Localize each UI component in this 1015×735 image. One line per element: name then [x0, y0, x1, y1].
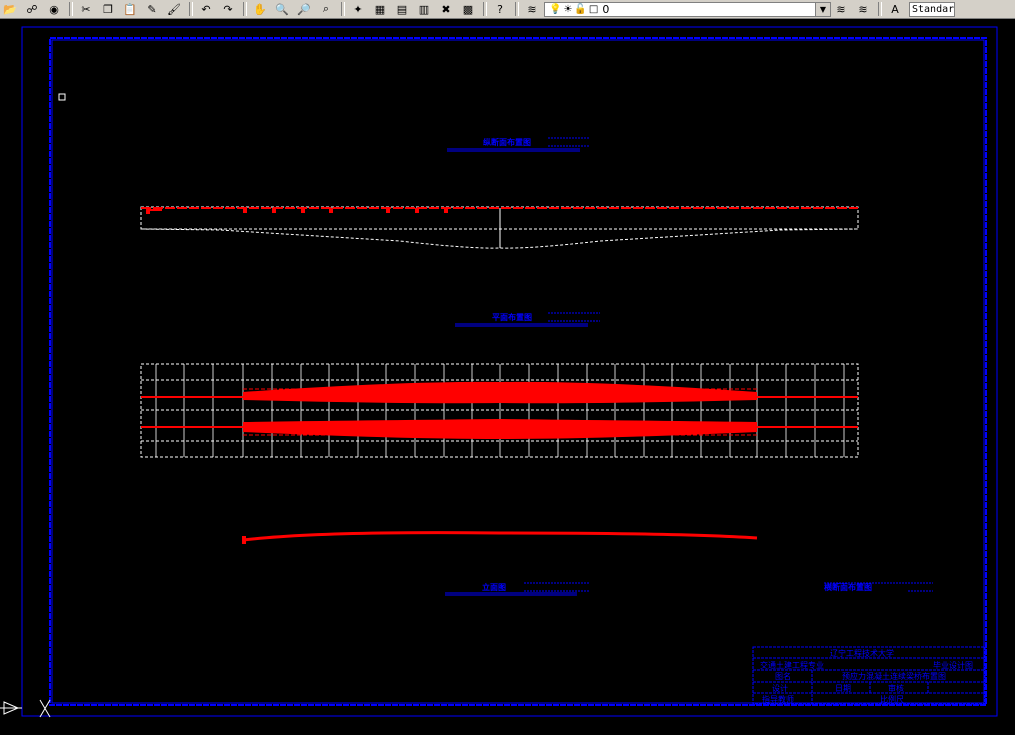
layer-name: 0	[602, 2, 610, 16]
title-block-label-advisor: 指导教师	[762, 694, 794, 704]
title-block-label-drawing: 图名	[775, 671, 791, 681]
toolbar-separator	[878, 2, 882, 16]
lightbulb-icon[interactable]: 💡	[549, 4, 561, 15]
zoom-realtime-icon[interactable]: 🔍	[272, 1, 292, 17]
drawing-canvas[interactable]: 纵断面布置图 平面布置图 立面图 横断面布置图 辽宁工程技术大学 交通土建工程专…	[0, 19, 1015, 731]
tool-palette-icon[interactable]: ▤	[392, 1, 412, 17]
section-title-3: 立面图	[445, 582, 590, 596]
toolbar-separator	[515, 2, 519, 16]
color-swatch-icon[interactable]: □	[589, 4, 598, 15]
title-block-label-designer: 设计	[772, 683, 788, 693]
undo-icon[interactable]: ↶	[196, 1, 216, 17]
redo-icon[interactable]: ↷	[218, 1, 238, 17]
markup-icon[interactable]: ✖	[436, 1, 456, 17]
outer-frame	[21, 26, 998, 717]
calculator-icon[interactable]: ▩	[458, 1, 478, 17]
title-block-school: 辽宁工程技术大学	[830, 648, 894, 658]
bridge-profile-curve[interactable]	[242, 531, 758, 544]
title-block-drawing-name: 预应力混凝土连续梁桥布置图	[842, 671, 946, 681]
section-title-1-text: 纵断面布置图	[483, 137, 531, 147]
sheet-set-icon[interactable]: ▥	[414, 1, 434, 17]
globe-icon[interactable]: ◉	[44, 1, 64, 17]
lock-icon[interactable]: 🔓	[574, 4, 586, 15]
paste-icon[interactable]: 📋	[120, 1, 140, 17]
layers-icon[interactable]: ≋	[522, 1, 542, 17]
design-center-icon[interactable]: ▦	[370, 1, 390, 17]
match-properties-icon[interactable]: 🖌	[164, 1, 184, 17]
title-block-advisor-value: 比例尺	[880, 694, 904, 704]
layer-dropdown[interactable]: 💡 ☀ 🔓 □ 0 ▼	[544, 1, 831, 17]
text-style-dropdown[interactable]: Standar	[909, 1, 955, 17]
bridge-elevation[interactable]	[140, 206, 859, 249]
copy-icon[interactable]: ❐	[98, 1, 118, 17]
drawing-svg: 纵断面布置图 平面布置图 立面图 横断面布置图 辽宁工程技术大学 交通土建工程专…	[0, 26, 998, 718]
bridge-plan[interactable]	[140, 363, 859, 458]
title-block-design-type: 毕业设计图	[933, 660, 973, 670]
pan-icon[interactable]: ✋	[250, 1, 270, 17]
open-icon[interactable]: 📂	[0, 1, 20, 17]
title-block-label-date: 日期	[835, 684, 851, 693]
standard-toolbar: 📂 ☍ ◉ ✂ ❐ 📋 ✎ 🖌 ↶ ↷ ✋ 🔍 🔎 ⌕ ✦ ▦ ▤ ▥ ✖ ▩? ≋ 💡 ☀ 🔓 □ 0 ▼ ≋ ≋ A Standar	[0, 0, 1015, 19]
ucs-icon	[0, 699, 51, 718]
grip-marker[interactable]	[58, 93, 66, 101]
section-title-1: 纵断面布置图	[447, 137, 590, 152]
title-block-major: 交通土建工程专业	[760, 660, 824, 670]
zoom-window-icon[interactable]: 🔎	[294, 1, 314, 17]
text-style-icon[interactable]: A	[885, 1, 905, 17]
section-title-2-text: 平面布置图	[492, 312, 532, 322]
toolbar-separator	[189, 2, 193, 16]
section-title-3-text: 立面图	[482, 582, 506, 592]
layer-previous-icon[interactable]: ≋	[831, 1, 851, 17]
sun-icon[interactable]: ☀	[563, 4, 572, 15]
chevron-down-icon[interactable]: ▼	[815, 2, 830, 16]
help-icon[interactable]: ?	[490, 1, 510, 17]
publish-icon[interactable]: ☍	[22, 1, 42, 17]
toolbar-separator	[69, 2, 73, 16]
section-title-2: 平面布置图	[455, 312, 600, 327]
cut-icon[interactable]: ✂	[76, 1, 96, 17]
pencil-icon[interactable]: ✎	[142, 1, 162, 17]
properties-icon[interactable]: ✦	[348, 1, 368, 17]
zoom-previous-icon[interactable]: ⌕	[316, 1, 336, 17]
toolbar-separator	[341, 2, 345, 16]
layer-states-icon[interactable]: ≋	[853, 1, 873, 17]
toolbar-separator	[483, 2, 487, 16]
toolbar-separator	[243, 2, 247, 16]
title-block[interactable]: 辽宁工程技术大学 交通土建工程专业 毕业设计图 图名 预应力混凝土连续梁桥布置图…	[752, 646, 986, 705]
section-title-4: 横断面布置图	[824, 582, 933, 592]
title-block-label-checker: 审核	[888, 683, 904, 693]
